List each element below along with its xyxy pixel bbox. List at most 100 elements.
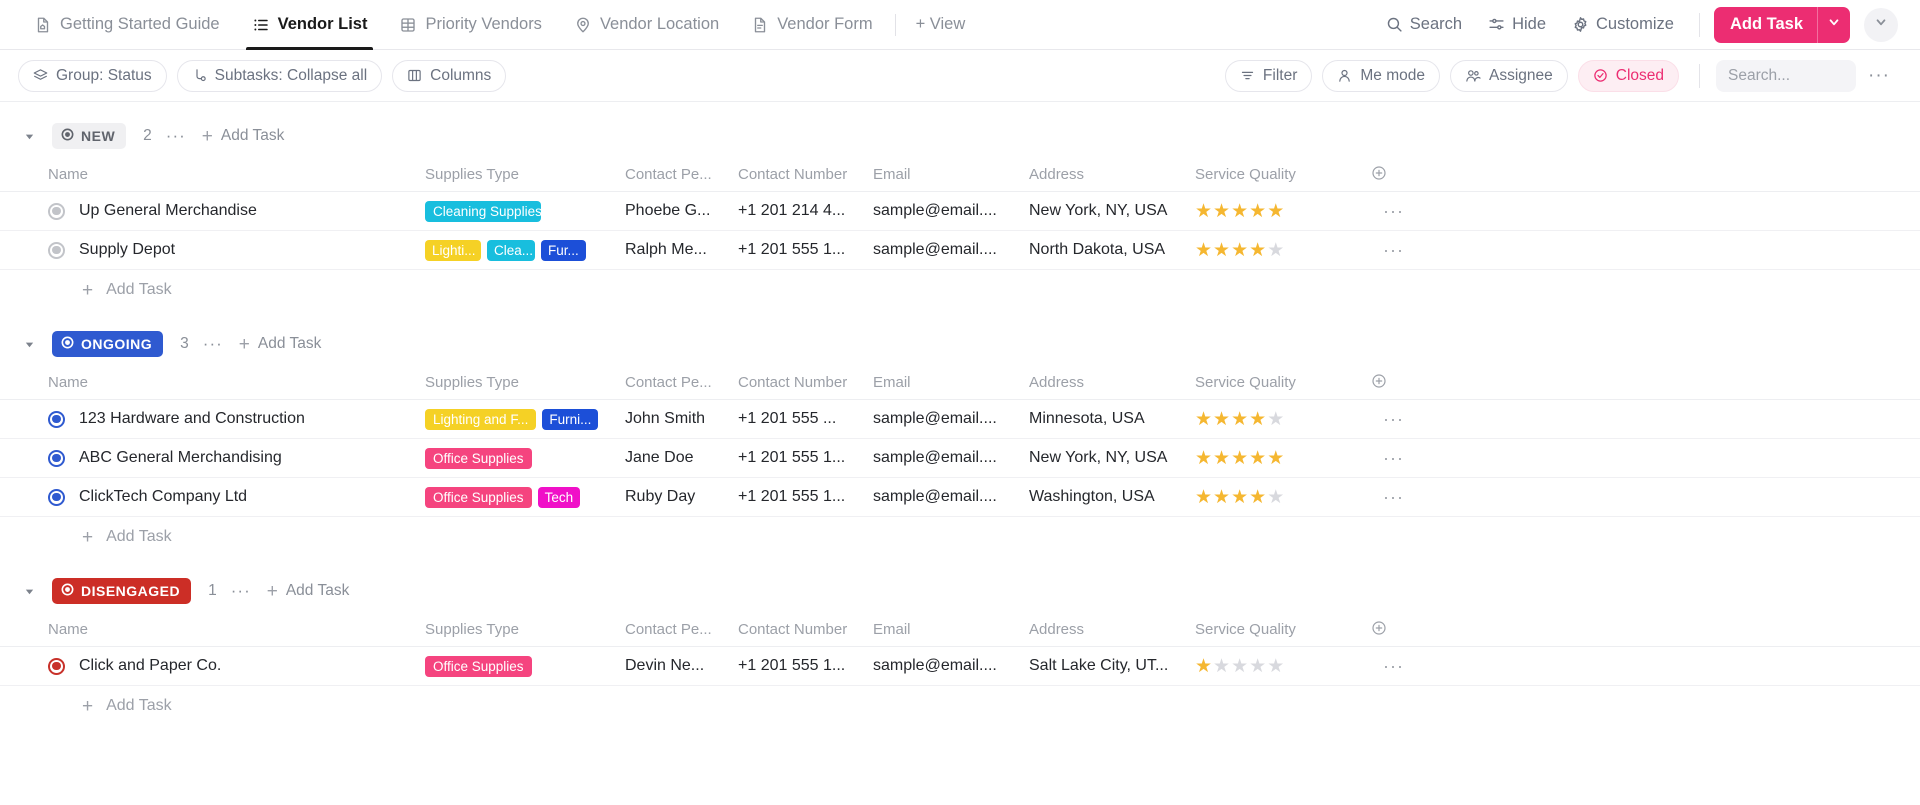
row-more-button[interactable]: ··· — [1383, 656, 1404, 677]
rating-star[interactable]: ★ — [1195, 449, 1212, 468]
add-column-button[interactable] — [1371, 165, 1411, 185]
add-column-button[interactable] — [1371, 373, 1411, 393]
supplies-tag[interactable]: Furni... — [542, 408, 599, 430]
rating-star[interactable]: ★ — [1249, 488, 1266, 507]
filter-more-button[interactable]: ··· — [1856, 65, 1898, 87]
rating-star[interactable]: ★ — [1195, 488, 1212, 507]
add-view-button[interactable]: + View — [902, 15, 980, 34]
table-row[interactable]: ClickTech Company Ltd Office Supplies Tech… — [0, 478, 1920, 517]
closed-filter-button[interactable]: Closed — [1577, 59, 1680, 92]
column-header-address[interactable]: Address — [1029, 374, 1195, 391]
row-address-cell[interactable]: Salt Lake City, UT... — [1029, 657, 1195, 675]
tab-getting-started-guide[interactable]: Getting Started Guide — [18, 0, 236, 50]
rating-star[interactable]: ★ — [1249, 202, 1266, 221]
rating-star[interactable]: ★ — [1267, 657, 1284, 676]
row-contact-person-cell[interactable]: Phoebe G... — [625, 202, 738, 220]
columns-button[interactable]: Columns — [392, 59, 507, 92]
row-contact-person-cell[interactable]: Jane Doe — [625, 449, 738, 467]
row-address-cell[interactable]: New York, NY, USA — [1029, 202, 1195, 220]
row-contact-number-cell[interactable]: +1 201 555 1... — [738, 488, 873, 506]
column-header-service-quality[interactable]: Service Quality — [1195, 621, 1371, 638]
row-name-cell[interactable]: ABC General Merchandising — [18, 449, 425, 467]
rating-star[interactable]: ★ — [1213, 241, 1230, 260]
column-header-supplies-type[interactable]: Supplies Type — [425, 621, 625, 638]
row-more-button[interactable]: ··· — [1383, 240, 1404, 261]
rating-star[interactable]: ★ — [1195, 657, 1212, 676]
supplies-tag[interactable]: Office Supplies — [425, 655, 532, 677]
row-email-cell[interactable]: sample@email.... — [873, 488, 1029, 506]
rating-star[interactable]: ★ — [1267, 241, 1284, 260]
supplies-tag[interactable]: Lighting and F... — [425, 408, 537, 430]
filter-button[interactable]: Filter — [1224, 59, 1313, 92]
row-name-cell[interactable]: Supply Depot — [18, 241, 425, 259]
status-badge[interactable]: ONGOING — [52, 331, 164, 357]
row-address-cell[interactable]: North Dakota, USA — [1029, 241, 1195, 259]
row-name-cell[interactable]: 123 Hardware and Construction — [18, 410, 425, 428]
row-service-quality-cell[interactable]: ★ ★ ★ ★ ★ — [1195, 202, 1371, 221]
me-mode-button[interactable]: Me mode — [1322, 59, 1440, 92]
supplies-tag[interactable]: Cleaning Supplies — [425, 200, 541, 222]
row-contact-number-cell[interactable]: +1 201 555 ... — [738, 410, 873, 428]
row-contact-person-cell[interactable]: Ruby Day — [625, 488, 738, 506]
column-header-contact-person[interactable]: Contact Pe... — [625, 374, 738, 391]
column-header-address[interactable]: Address — [1029, 621, 1195, 638]
rating-star[interactable]: ★ — [1213, 449, 1230, 468]
subtasks-button[interactable]: Subtasks: Collapse all — [176, 59, 383, 92]
table-row[interactable]: Up General Merchandise Cleaning Supplies P… — [0, 192, 1920, 231]
rating-star[interactable]: ★ — [1213, 488, 1230, 507]
rating-star[interactable]: ★ — [1213, 410, 1230, 429]
status-badge[interactable]: DISENGAGED — [52, 578, 192, 604]
row-contact-person-cell[interactable]: Devin Ne... — [625, 657, 738, 675]
hide-button[interactable]: Hide — [1477, 8, 1557, 41]
rating-star[interactable]: ★ — [1231, 449, 1248, 468]
supplies-tag[interactable]: Tech — [537, 486, 581, 508]
row-more-button[interactable]: ··· — [1383, 448, 1404, 469]
column-header-service-quality[interactable]: Service Quality — [1195, 374, 1371, 391]
row-name-cell[interactable]: Up General Merchandise — [18, 202, 425, 220]
tab-vendor-form[interactable]: Vendor Form — [735, 0, 888, 50]
add-task-row[interactable]: + Add Task — [0, 270, 1920, 310]
row-contact-number-cell[interactable]: +1 201 555 1... — [738, 449, 873, 467]
column-header-name[interactable]: Name — [18, 621, 425, 638]
row-supplies-type-cell[interactable]: Cleaning Supplies — [425, 200, 625, 222]
tab-vendor-list[interactable]: Vendor List — [236, 0, 384, 50]
add-task-row[interactable]: + Add Task — [0, 517, 1920, 557]
row-supplies-type-cell[interactable]: Office Supplies Tech — [425, 486, 625, 508]
column-header-supplies-type[interactable]: Supplies Type — [425, 374, 625, 391]
row-address-cell[interactable]: Washington, USA — [1029, 488, 1195, 506]
supplies-tag[interactable]: Clea... — [487, 239, 535, 261]
rating-star[interactable]: ★ — [1213, 657, 1230, 676]
add-task-dropdown[interactable] — [1818, 7, 1850, 43]
table-row[interactable]: 123 Hardware and Construction Lighting an… — [0, 400, 1920, 439]
rating-star[interactable]: ★ — [1195, 202, 1212, 221]
rating-star[interactable]: ★ — [1267, 449, 1284, 468]
supplies-tag[interactable]: Office Supplies — [425, 486, 532, 508]
search-button[interactable]: Search — [1375, 8, 1473, 41]
row-supplies-type-cell[interactable]: Office Supplies — [425, 655, 625, 677]
row-supplies-type-cell[interactable]: Lighting and F... Furni... — [425, 408, 625, 430]
status-dot-icon[interactable] — [48, 449, 65, 467]
group-add-task-button[interactable]: + Add Task — [239, 335, 322, 354]
row-name-cell[interactable]: Click and Paper Co. — [18, 657, 425, 675]
collapse-caret-icon[interactable] — [18, 131, 40, 142]
search-field-wrapper[interactable] — [1716, 59, 1857, 92]
column-header-contact-number[interactable]: Contact Number — [738, 621, 873, 638]
row-supplies-type-cell[interactable]: Office Supplies — [425, 447, 625, 469]
group-more-button[interactable]: ··· — [203, 334, 223, 354]
row-name-cell[interactable]: ClickTech Company Ltd — [18, 488, 425, 506]
row-contact-person-cell[interactable]: John Smith — [625, 410, 738, 428]
column-header-contact-person[interactable]: Contact Pe... — [625, 166, 738, 183]
column-header-contact-person[interactable]: Contact Pe... — [625, 621, 738, 638]
table-row[interactable]: Click and Paper Co. Office Supplies Devin … — [0, 647, 1920, 686]
status-dot-icon[interactable] — [48, 488, 65, 506]
row-contact-person-cell[interactable]: Ralph Me... — [625, 241, 738, 259]
rating-star[interactable]: ★ — [1195, 241, 1212, 260]
rating-star[interactable]: ★ — [1213, 202, 1230, 221]
status-dot-icon[interactable] — [48, 410, 65, 428]
overflow-dropdown-button[interactable] — [1864, 7, 1898, 42]
row-contact-number-cell[interactable]: +1 201 555 1... — [738, 657, 873, 675]
row-service-quality-cell[interactable]: ★ ★ ★ ★ ★ — [1195, 657, 1371, 676]
rating-star[interactable]: ★ — [1267, 410, 1284, 429]
row-address-cell[interactable]: New York, NY, USA — [1029, 449, 1195, 467]
row-more-button[interactable]: ··· — [1383, 409, 1404, 430]
